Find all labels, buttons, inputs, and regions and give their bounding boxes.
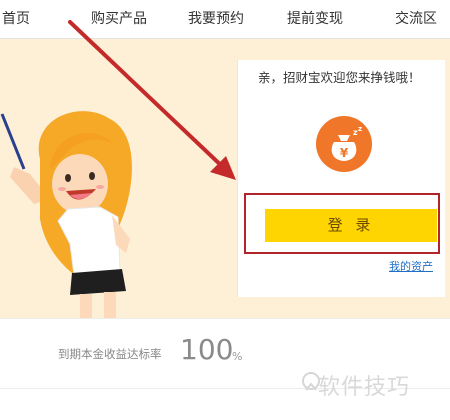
rate-value: 100	[180, 333, 234, 366]
welcome-text: 亲，招财宝欢迎您来挣钱哦！	[258, 70, 421, 85]
my-assets-link[interactable]: 我的资产	[389, 258, 433, 274]
svg-text:z: z	[358, 125, 362, 133]
banner-divider	[0, 318, 450, 319]
money-bag-icon: ¥ z z	[331, 125, 362, 161]
login-button[interactable]: 登 录	[265, 209, 437, 242]
rate-unit: %	[232, 350, 243, 363]
rate-label: 到期本金收益达标率	[58, 347, 162, 361]
svg-text:¥: ¥	[340, 146, 349, 160]
watermark-text: 软件技巧	[318, 375, 411, 400]
